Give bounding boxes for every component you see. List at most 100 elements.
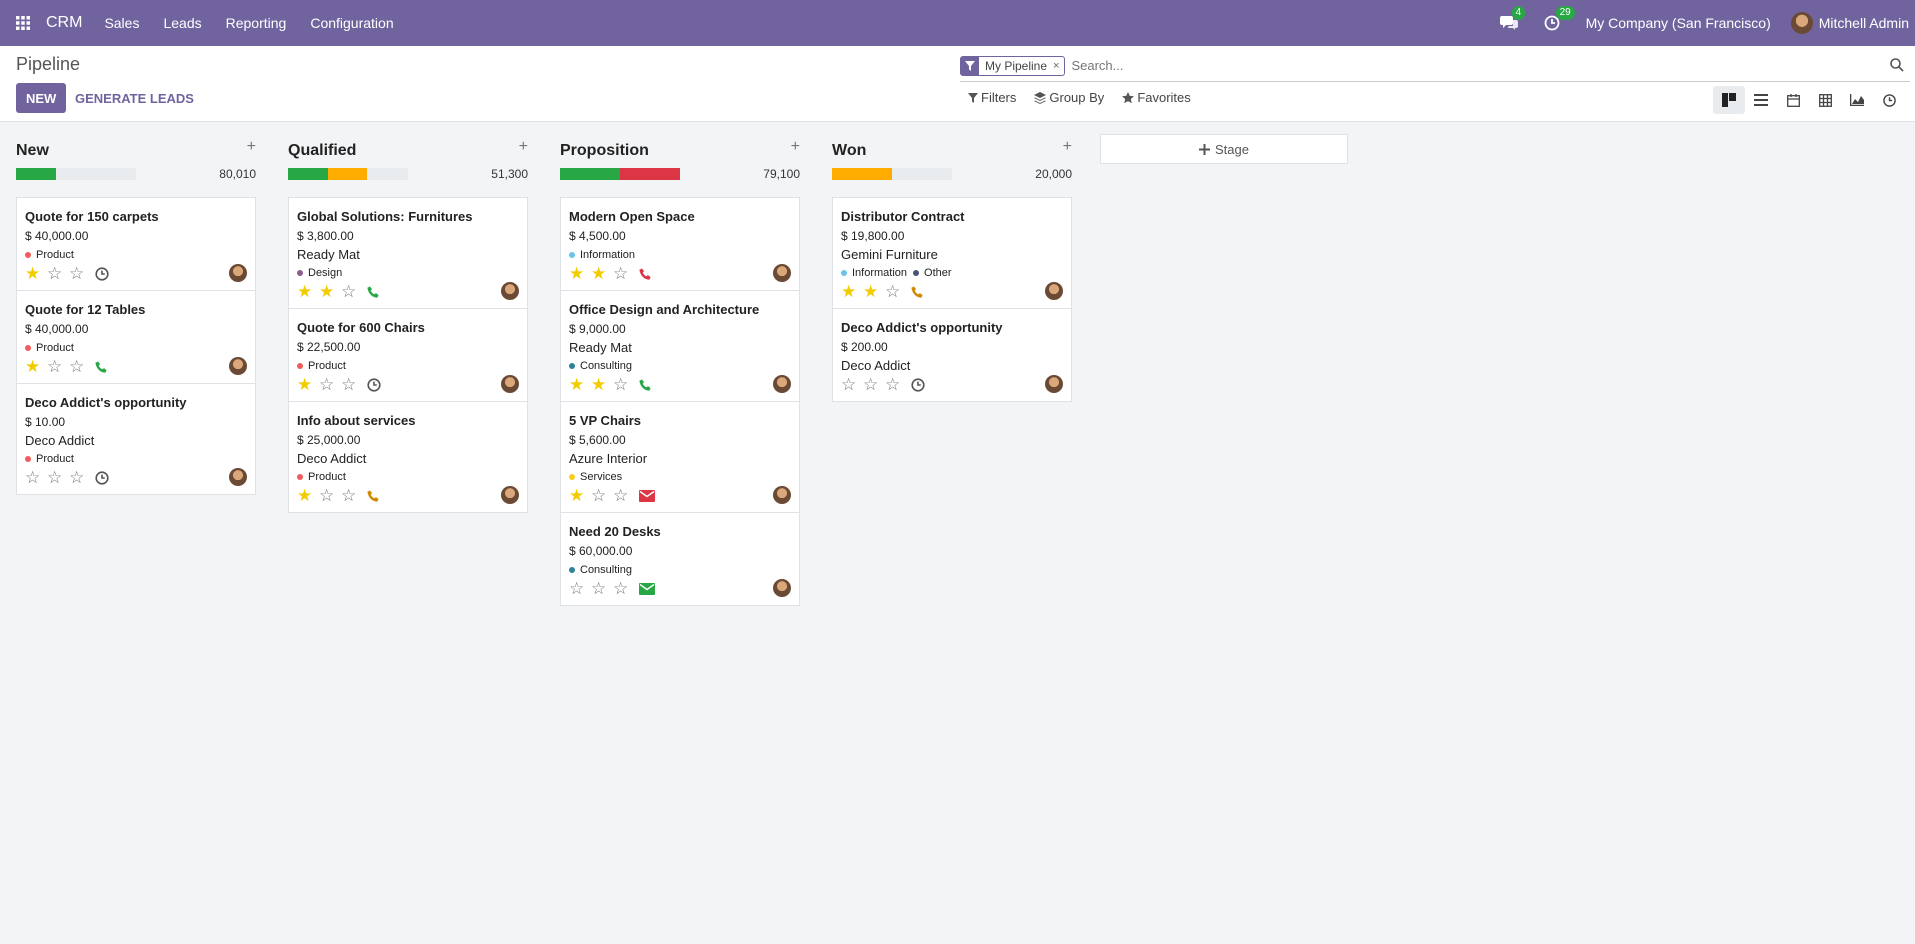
search-facet[interactable]: My Pipeline × [960, 55, 1066, 76]
star-empty-icon[interactable]: ☆ [863, 375, 885, 395]
star-empty-icon[interactable]: ☆ [591, 486, 613, 506]
activity-view-button[interactable] [1873, 86, 1905, 114]
star-filled-icon[interactable]: ★ [841, 282, 863, 302]
progress-segment[interactable] [560, 168, 620, 180]
kanban-view-button[interactable] [1713, 86, 1745, 114]
star-filled-icon[interactable]: ★ [319, 282, 341, 302]
star-filled-icon[interactable]: ★ [591, 375, 613, 395]
star-filled-icon[interactable]: ★ [297, 375, 319, 395]
progress-segment[interactable] [16, 168, 56, 180]
star-filled-icon[interactable]: ★ [25, 357, 47, 377]
star-empty-icon[interactable]: ☆ [69, 468, 91, 488]
opportunity-card[interactable]: Info about services $ 25,000.00 Deco Addic… [289, 402, 527, 512]
star-empty-icon[interactable]: ☆ [47, 357, 69, 377]
opportunity-card[interactable]: Quote for 150 carpets $ 40,000.00 Product ★… [17, 198, 255, 291]
add-stage-button[interactable]: Stage [1100, 134, 1348, 164]
company-switcher[interactable]: My Company (San Francisco) [1586, 15, 1771, 31]
star-empty-icon[interactable]: ☆ [319, 486, 341, 506]
column-progress-bar[interactable] [16, 168, 136, 180]
envelope-icon[interactable] [639, 490, 655, 502]
salesperson-avatar[interactable] [229, 468, 247, 486]
graph-view-button[interactable] [1841, 86, 1873, 114]
star-empty-icon[interactable]: ☆ [25, 468, 47, 488]
star-empty-icon[interactable]: ☆ [591, 579, 613, 599]
phone-icon[interactable] [911, 286, 924, 299]
progress-segment[interactable] [832, 168, 892, 180]
star-filled-icon[interactable]: ★ [297, 486, 319, 506]
star-empty-icon[interactable]: ☆ [841, 375, 863, 395]
salesperson-avatar[interactable] [773, 375, 791, 393]
list-view-button[interactable] [1745, 86, 1777, 114]
clock-icon[interactable] [911, 378, 925, 392]
quick-create-plus-icon[interactable]: + [519, 138, 528, 156]
salesperson-avatar[interactable] [501, 282, 519, 300]
quick-create-plus-icon[interactable]: + [791, 138, 800, 156]
generate-leads-button[interactable]: GENERATE LEADS [75, 83, 194, 113]
star-filled-icon[interactable]: ★ [569, 486, 591, 506]
envelope-icon[interactable] [639, 583, 655, 595]
column-progress-bar[interactable] [560, 168, 680, 180]
menu-sales[interactable]: Sales [104, 15, 139, 31]
salesperson-avatar[interactable] [773, 486, 791, 504]
star-empty-icon[interactable]: ☆ [613, 579, 635, 599]
phone-icon[interactable] [367, 286, 380, 299]
phone-icon[interactable] [639, 268, 652, 281]
salesperson-avatar[interactable] [229, 357, 247, 375]
phone-icon[interactable] [95, 361, 108, 374]
salesperson-avatar[interactable] [501, 375, 519, 393]
star-empty-icon[interactable]: ☆ [47, 264, 69, 284]
menu-leads[interactable]: Leads [163, 15, 201, 31]
opportunity-card[interactable]: Modern Open Space $ 4,500.00 Information ★ ★… [561, 198, 799, 291]
star-filled-icon[interactable]: ★ [863, 282, 885, 302]
column-progress-bar[interactable] [288, 168, 408, 180]
opportunity-card[interactable]: Deco Addict's opportunity $ 200.00 Deco Ad… [833, 309, 1071, 401]
star-empty-icon[interactable]: ☆ [319, 375, 341, 395]
star-empty-icon[interactable]: ☆ [569, 579, 591, 599]
messages-button[interactable]: 4 [1499, 6, 1526, 31]
column-progress-bar[interactable] [832, 168, 952, 180]
phone-icon[interactable] [639, 379, 652, 392]
favorites-button[interactable]: Favorites [1122, 90, 1191, 105]
star-empty-icon[interactable]: ☆ [613, 486, 635, 506]
search-icon[interactable] [1890, 58, 1904, 75]
phone-icon[interactable] [367, 490, 380, 503]
opportunity-card[interactable]: Need 20 Desks $ 60,000.00 Consulting ☆ ☆ ☆ [561, 513, 799, 605]
salesperson-avatar[interactable] [501, 486, 519, 504]
star-filled-icon[interactable]: ★ [297, 282, 319, 302]
opportunity-card[interactable]: Quote for 12 Tables $ 40,000.00 Product ★ ☆ ☆ [17, 291, 255, 384]
opportunity-card[interactable]: 5 VP Chairs $ 5,600.00 Azure Interior Servi… [561, 402, 799, 513]
progress-segment[interactable] [327, 168, 368, 180]
column-title[interactable]: Qualified [288, 142, 356, 160]
app-menu-icon[interactable] [0, 0, 46, 46]
calendar-view-button[interactable] [1777, 86, 1809, 114]
new-button[interactable]: NEW [16, 83, 67, 113]
facet-close-icon[interactable]: × [1053, 60, 1064, 72]
clock-icon[interactable] [95, 471, 109, 485]
salesperson-avatar[interactable] [1045, 375, 1063, 393]
star-empty-icon[interactable]: ☆ [341, 486, 363, 506]
group-by-button[interactable]: Group By [1034, 90, 1104, 105]
user-menu[interactable]: Mitchell Admin [1790, 12, 1909, 34]
menu-reporting[interactable]: Reporting [226, 15, 287, 31]
opportunity-card[interactable]: Deco Addict's opportunity $ 10.00 Deco Add… [17, 384, 255, 494]
star-empty-icon[interactable]: ☆ [885, 282, 907, 302]
star-empty-icon[interactable]: ☆ [69, 264, 91, 284]
filters-button[interactable]: Filters [968, 90, 1016, 105]
star-filled-icon[interactable]: ★ [569, 375, 591, 395]
star-empty-icon[interactable]: ☆ [341, 282, 363, 302]
star-empty-icon[interactable]: ☆ [613, 264, 635, 284]
salesperson-avatar[interactable] [1045, 282, 1063, 300]
opportunity-card[interactable]: Quote for 600 Chairs $ 22,500.00 Product ★ ☆… [289, 309, 527, 402]
search-input[interactable] [1071, 58, 1910, 73]
quick-create-plus-icon[interactable]: + [1063, 138, 1072, 156]
progress-segment[interactable] [288, 168, 328, 180]
progress-segment[interactable] [620, 168, 680, 180]
star-empty-icon[interactable]: ☆ [341, 375, 363, 395]
star-empty-icon[interactable]: ☆ [69, 357, 91, 377]
star-empty-icon[interactable]: ☆ [613, 375, 635, 395]
star-filled-icon[interactable]: ★ [591, 264, 613, 284]
opportunity-card[interactable]: Distributor Contract $ 19,800.00 Gemini Fu… [833, 198, 1071, 309]
column-title[interactable]: Won [832, 142, 866, 160]
salesperson-avatar[interactable] [773, 579, 791, 597]
column-title[interactable]: New [16, 142, 49, 160]
